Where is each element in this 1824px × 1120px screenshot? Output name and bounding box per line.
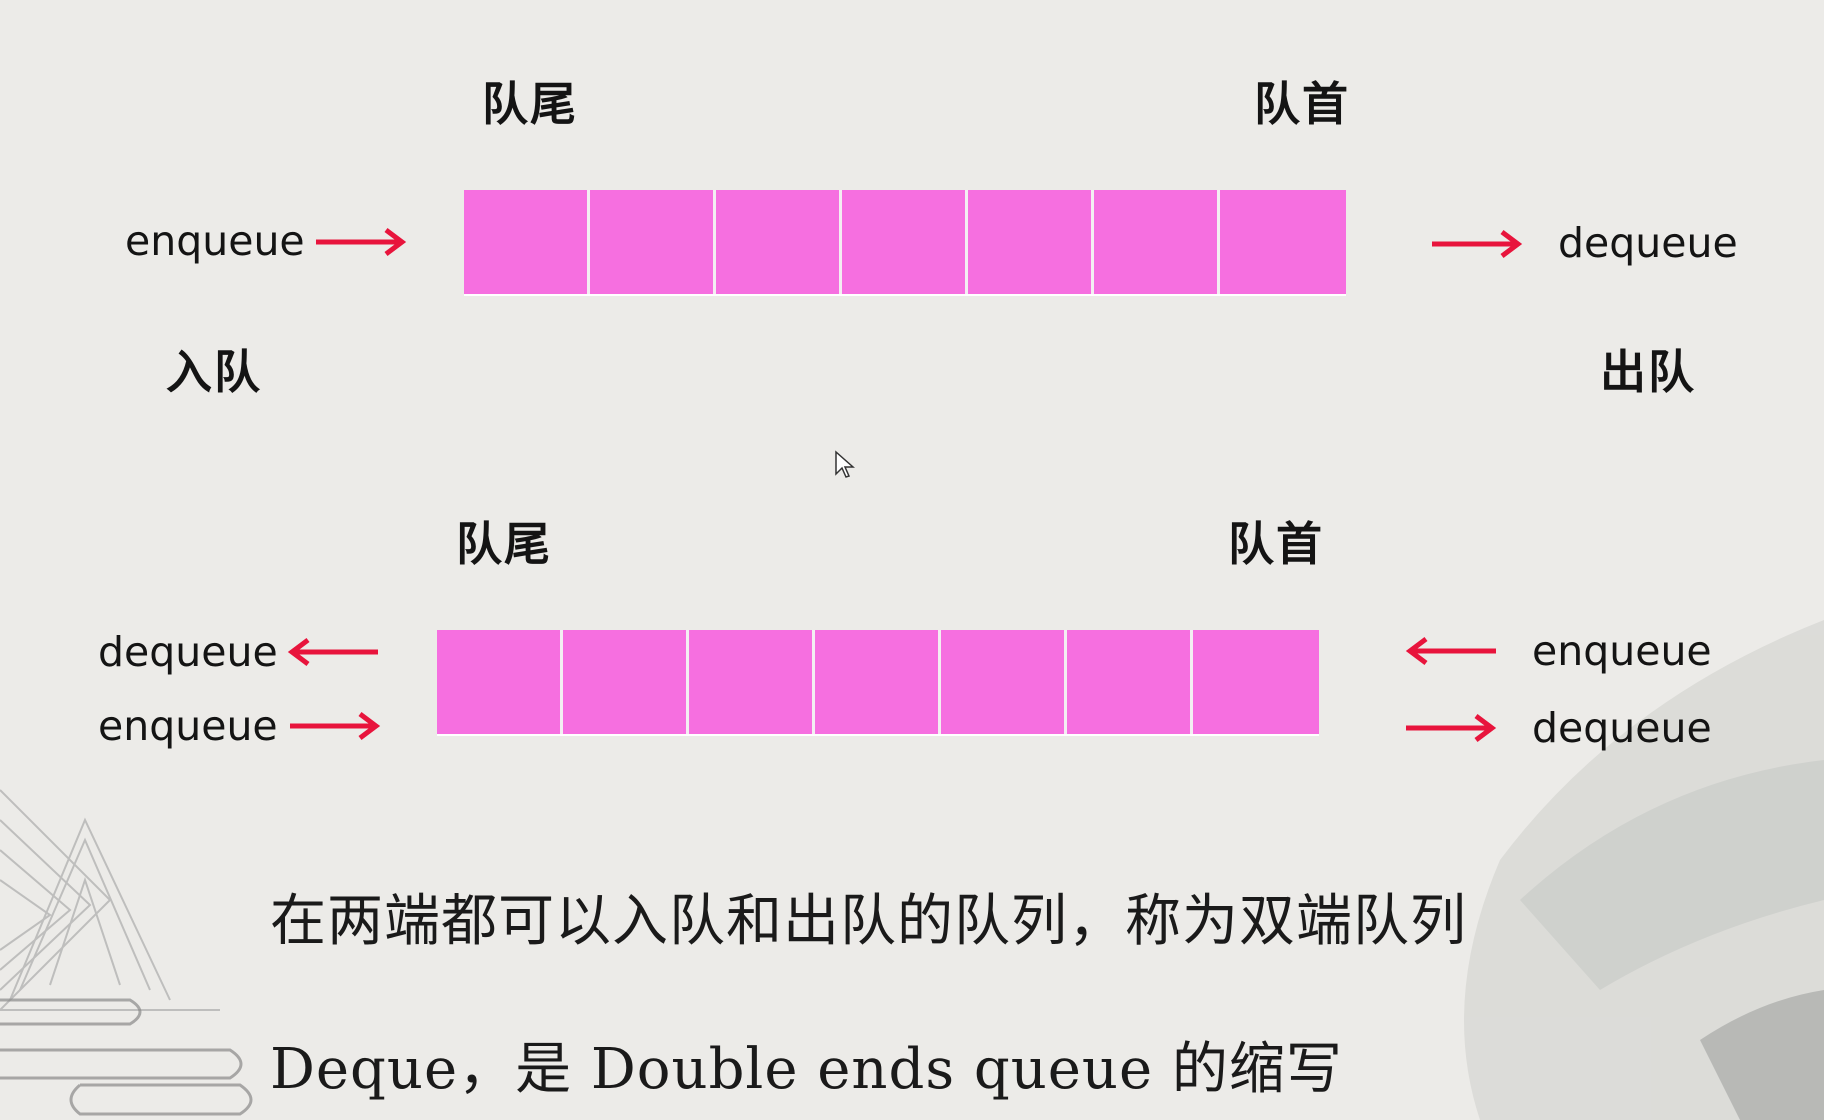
queue-cell [1067,630,1193,734]
mountain-decoration [0,789,220,1011]
ink-landscape-decoration [1464,620,1824,1120]
queue-cell [437,630,563,734]
queue-cell [968,190,1094,294]
bottom-right-enqueue-label: enqueue [1532,627,1712,675]
bottom-tail-label: 队尾 [456,517,552,571]
queue-cell [1220,190,1346,294]
deque-abbreviation-text: Deque，是 Double ends queue 的缩写 [270,1037,1343,1102]
deque-definition-text: 在两端都可以入队和出队的队列，称为双端队列 [270,889,1467,954]
top-queue-bar [464,190,1346,294]
bottom-right-dequeue-label: dequeue [1532,704,1712,752]
bottom-left-enqueue-label: enqueue [98,702,278,750]
mouse-cursor-icon [835,450,855,478]
bottom-right-dequeue-arrow-icon [1406,714,1497,742]
top-enqueue-arrow-icon [316,228,407,256]
queue-cell [842,190,968,294]
enqueue-caption: 入队 [166,345,262,399]
queue-cell [1094,190,1220,294]
bottom-left-enqueue-arrow-icon [290,712,381,740]
top-dequeue-label: dequeue [1558,219,1738,267]
queue-cell [563,630,689,734]
queue-cell [590,190,716,294]
queue-cell [464,190,590,294]
bottom-left-dequeue-arrow-icon [287,638,378,666]
bottom-queue-bar [437,630,1319,734]
bottom-right-enqueue-arrow-icon [1405,637,1496,665]
dequeue-caption: 出队 [1600,345,1696,399]
top-dequeue-arrow-icon [1432,230,1523,258]
bottom-left-dequeue-label: dequeue [98,628,278,676]
queue-cell [815,630,941,734]
queue-cell [941,630,1067,734]
top-head-label: 队首 [1254,77,1350,131]
queue-cell [1193,630,1319,734]
top-enqueue-label: enqueue [125,217,305,265]
cloud-lines-decoration [0,998,253,1116]
queue-cell [716,190,842,294]
top-tail-label: 队尾 [482,77,578,131]
queue-cell [689,630,815,734]
bottom-head-label: 队首 [1228,517,1324,571]
